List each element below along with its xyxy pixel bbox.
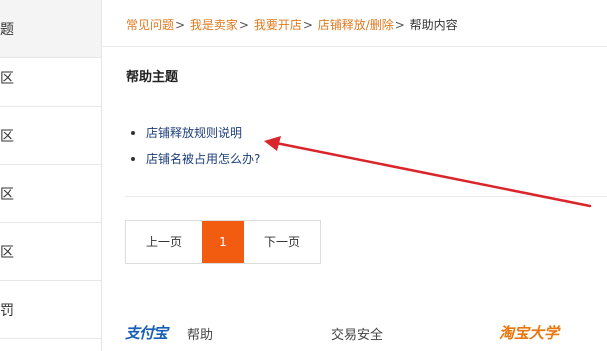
- sidebar-item[interactable]: 罚: [0, 281, 101, 339]
- topic-list: 店铺释放规则说明 店铺名被占用怎么办?: [128, 124, 260, 176]
- sidebar-item-label: 区: [0, 128, 14, 145]
- sidebar-item[interactable]: 区: [0, 49, 101, 107]
- sidebar-item[interactable]: 区: [0, 107, 101, 165]
- footer: 支付宝 帮助 交易安全 淘宝大学: [101, 300, 607, 351]
- breadcrumb-link-open-shop[interactable]: 我要开店: [254, 18, 302, 32]
- taobao-university-logo[interactable]: 淘宝大学: [499, 322, 559, 343]
- page-title: 帮助主题: [126, 70, 179, 85]
- sidebar-item[interactable]: 区: [0, 165, 101, 223]
- topic-link-release-rules[interactable]: 店铺释放规则说明: [146, 126, 242, 140]
- breadcrumb-separator: >: [238, 18, 249, 32]
- sidebar-item[interactable]: 区: [0, 223, 101, 281]
- next-page-button[interactable]: 下一页: [244, 221, 320, 263]
- footer-trade-safety-link[interactable]: 交易安全: [331, 324, 383, 343]
- divider: [125, 196, 607, 197]
- sidebar-item-label: 区: [0, 186, 14, 203]
- breadcrumb-link-faq[interactable]: 常见问题: [126, 18, 174, 32]
- topic-link-name-taken[interactable]: 店铺名被占用怎么办?: [146, 152, 260, 166]
- sidebar-item-label: 区: [0, 244, 14, 261]
- sidebar: 题 区 区 区 区 罚: [0, 0, 102, 351]
- alipay-logo[interactable]: 支付宝: [125, 322, 168, 343]
- breadcrumb-separator: >: [394, 18, 405, 32]
- sidebar-item-label: 区: [0, 70, 14, 87]
- breadcrumb-link-shop-release[interactable]: 店铺释放/删除: [318, 18, 394, 32]
- sidebar-item-label: 题: [0, 21, 14, 38]
- footer-help-link[interactable]: 帮助: [187, 324, 213, 343]
- list-item: 店铺释放规则说明: [128, 124, 260, 150]
- pagination: 上一页 1 下一页: [125, 220, 321, 264]
- list-item: 店铺名被占用怎么办?: [128, 150, 260, 176]
- breadcrumb-link-seller[interactable]: 我是卖家: [190, 18, 238, 32]
- current-page-button[interactable]: 1: [202, 221, 244, 263]
- breadcrumb-separator: >: [302, 18, 313, 32]
- breadcrumb-separator: >: [175, 18, 186, 32]
- prev-page-button[interactable]: 上一页: [126, 221, 202, 263]
- breadcrumb: 常见问题> 我是卖家> 我要开店> 店铺释放/删除> 帮助内容: [126, 16, 458, 33]
- breadcrumb-current: 帮助内容: [409, 18, 458, 32]
- divider: [101, 46, 607, 47]
- sidebar-item-label: 罚: [0, 302, 14, 319]
